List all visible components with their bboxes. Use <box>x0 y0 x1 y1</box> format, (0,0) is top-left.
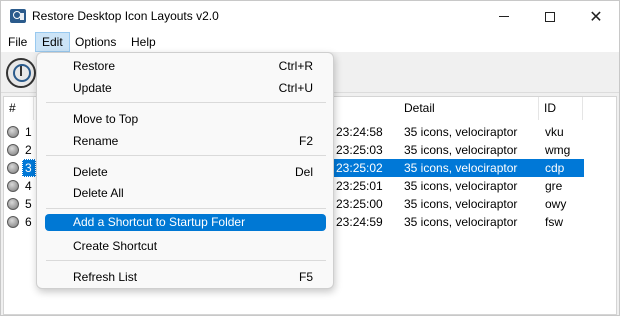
row-id: wmg <box>545 143 571 157</box>
menu-item-restore[interactable]: Restore Ctrl+R <box>45 55 326 77</box>
menu-item-label: Restore <box>73 59 116 73</box>
menu-separator <box>46 208 326 209</box>
menu-item-label: Move to Top <box>73 112 139 126</box>
menu-item-label: Delete All <box>73 186 124 200</box>
menu-item-create-shortcut[interactable]: Create Shortcut <box>45 235 326 257</box>
layout-status-icon <box>7 180 19 192</box>
menu-bar: File Edit Options Help <box>1 32 619 52</box>
menu-edit[interactable]: Edit <box>35 32 70 52</box>
restore-clock-icon[interactable] <box>6 58 36 88</box>
maximize-button[interactable] <box>527 1 573 32</box>
menu-item-delete[interactable]: Delete Del <box>45 161 326 183</box>
row-id: vku <box>545 125 564 139</box>
row-id: gre <box>545 179 563 193</box>
menu-item-shortcut: F5 <box>298 270 313 284</box>
row-number: 1 <box>25 125 32 139</box>
row-number: 6 <box>25 215 32 229</box>
menu-item-add-startup-shortcut[interactable]: Add a Shortcut to Startup Folder <box>45 214 326 231</box>
row-date: 3 23:24:58 <box>326 125 383 139</box>
row-detail: 35 icons, velociraptor <box>404 197 518 211</box>
title-bar[interactable]: Restore Desktop Icon Layouts v2.0 ✕ <box>1 1 619 32</box>
menu-item-shortcut: Ctrl+U <box>278 81 313 95</box>
row-date: 3 23:25:03 <box>326 143 383 157</box>
row-number: 3 <box>25 161 32 175</box>
menu-item-shortcut: Ctrl+R <box>278 59 313 73</box>
menu-item-label: Rename <box>73 134 119 148</box>
menu-item-label: Update <box>73 81 112 95</box>
close-button[interactable]: ✕ <box>573 1 619 32</box>
row-id: owy <box>545 197 567 211</box>
layout-status-icon <box>7 144 19 156</box>
menu-separator <box>46 260 326 261</box>
row-detail: 35 icons, velociraptor <box>404 161 518 175</box>
menu-item-rename[interactable]: Rename F2 <box>45 130 326 152</box>
menu-item-shortcut: F2 <box>298 134 313 148</box>
row-detail: 35 icons, velociraptor <box>404 215 518 229</box>
column-header-detail[interactable]: Detail <box>399 97 539 120</box>
minimize-icon <box>499 16 509 17</box>
edit-menu-dropdown: Restore Ctrl+R Update Ctrl+U Move to Top… <box>36 52 334 289</box>
window-title: Restore Desktop Icon Layouts v2.0 <box>32 9 219 23</box>
menu-item-label: Delete <box>73 165 108 179</box>
row-date: 3 23:24:59 <box>326 215 383 229</box>
close-icon: ✕ <box>589 6 603 26</box>
menu-item-move-to-top[interactable]: Move to Top <box>45 108 326 130</box>
menu-separator <box>46 155 326 156</box>
app-icon <box>10 9 26 23</box>
layout-status-icon <box>7 198 19 210</box>
menu-item-delete-all[interactable]: Delete All <box>45 182 326 204</box>
menu-item-update[interactable]: Update Ctrl+U <box>45 77 326 99</box>
row-number: 5 <box>25 197 32 211</box>
app-window: Restore Desktop Icon Layouts v2.0 ✕ File… <box>0 0 620 316</box>
column-header-id[interactable]: ID <box>539 97 583 120</box>
layout-status-icon <box>7 216 19 228</box>
row-detail: 35 icons, velociraptor <box>404 125 518 139</box>
menu-options[interactable]: Options <box>69 32 122 52</box>
row-number: 2 <box>25 143 32 157</box>
row-id: fsw <box>545 215 563 229</box>
menu-item-label: Refresh List <box>73 270 138 284</box>
menu-item-label: Create Shortcut <box>73 239 158 253</box>
layout-status-icon <box>7 126 19 138</box>
menu-file[interactable]: File <box>2 32 33 52</box>
row-date: 3 23:25:02 <box>326 161 383 175</box>
row-date: 3 23:25:01 <box>326 179 383 193</box>
minimize-button[interactable] <box>481 1 527 32</box>
menu-item-refresh-list[interactable]: Refresh List F5 <box>45 266 326 288</box>
layout-status-icon <box>7 162 19 174</box>
menu-help[interactable]: Help <box>125 32 162 52</box>
row-id: cdp <box>545 161 565 175</box>
row-detail: 35 icons, velociraptor <box>404 179 518 193</box>
row-number: 4 <box>25 179 32 193</box>
column-header-num[interactable]: # <box>4 97 34 120</box>
maximize-icon <box>545 11 555 22</box>
row-date: 3 23:25:00 <box>326 197 383 211</box>
menu-item-shortcut: Del <box>294 165 313 179</box>
menu-item-label: Add a Shortcut to Startup Folder <box>73 215 246 229</box>
row-detail: 35 icons, velociraptor <box>404 143 518 157</box>
menu-separator <box>46 102 326 103</box>
